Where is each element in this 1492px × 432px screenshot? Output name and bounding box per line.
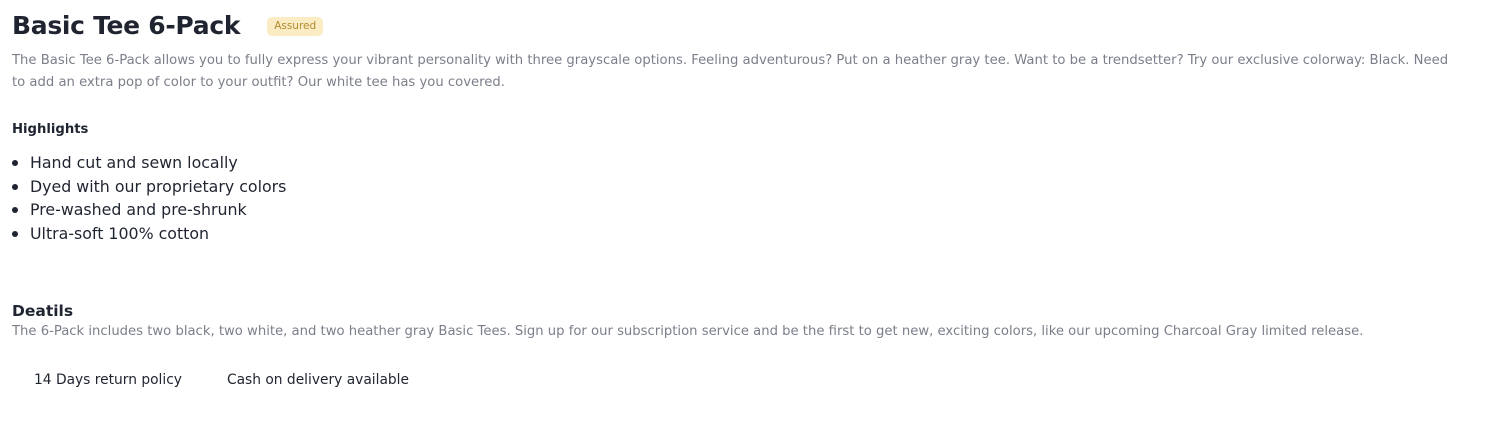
- bullet-icon: [12, 230, 18, 237]
- highlight-text: Ultra-soft 100% cotton: [30, 223, 210, 243]
- bullet-icon: [12, 160, 18, 166]
- list-item: Pre-washed and pre-shrunk: [12, 198, 1480, 222]
- details-text: The 6-Pack includes two black, two white…: [12, 324, 1364, 339]
- assured-badge: Assured: [267, 16, 324, 36]
- product-description: The Basic Tee 6-Pack allows you to fully…: [12, 53, 1449, 90]
- highlights-heading: Highlights: [12, 122, 89, 137]
- product-info-panel: Basic Tee 6-Pack Assured The Basic Tee 6…: [0, 12, 1492, 432]
- bullet-icon: [12, 207, 18, 213]
- highlight-text: Hand cut and sewn locally: [30, 153, 238, 172]
- highlights-list: Hand cut and sewn locally Dyed with our …: [12, 151, 1480, 245]
- return-policy: 14 Days return policy: [34, 372, 182, 388]
- list-item: Ultra-soft 100% cotton: [12, 222, 1480, 246]
- list-item: Hand cut and sewn locally: [12, 151, 1480, 175]
- list-item: Dyed with our proprietary colors: [12, 175, 1480, 199]
- details-heading: Deatils: [12, 302, 74, 320]
- policies-row: 14 Days return policy Cash on delivery a…: [12, 371, 1480, 389]
- bullet-icon: [12, 183, 18, 190]
- highlight-text: Pre-washed and pre-shrunk: [30, 200, 247, 219]
- highlight-text: Dyed with our proprietary colors: [30, 176, 287, 196]
- title-row: Basic Tee 6-Pack Assured: [12, 12, 1480, 40]
- product-title: Basic Tee 6-Pack: [12, 11, 241, 40]
- cash-on-delivery: Cash on delivery available: [226, 372, 409, 388]
